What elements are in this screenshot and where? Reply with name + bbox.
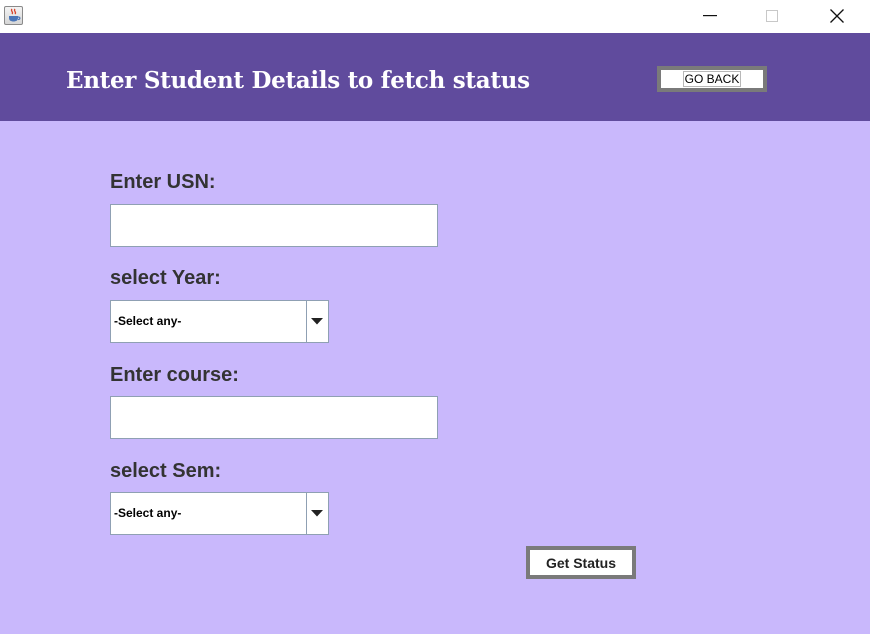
maximize-button[interactable] bbox=[743, 0, 801, 32]
go-back-label: GO BACK bbox=[682, 71, 742, 87]
usn-input[interactable] bbox=[110, 204, 438, 247]
go-back-button[interactable]: GO BACK bbox=[657, 66, 767, 92]
course-input[interactable] bbox=[110, 396, 438, 439]
minimize-icon bbox=[703, 15, 717, 17]
usn-label: Enter USN: bbox=[110, 171, 216, 193]
year-dropdown-button[interactable] bbox=[306, 301, 328, 342]
chevron-down-icon bbox=[311, 318, 323, 325]
sem-select[interactable]: -Select any- bbox=[110, 492, 329, 535]
minimize-button[interactable] bbox=[681, 0, 739, 32]
close-button[interactable] bbox=[808, 0, 866, 32]
year-label: select Year: bbox=[110, 267, 221, 289]
get-status-button[interactable]: Get Status bbox=[526, 546, 636, 579]
sem-label: select Sem: bbox=[110, 460, 222, 482]
course-label: Enter course: bbox=[110, 364, 239, 386]
sem-selected-value: -Select any- bbox=[114, 506, 182, 520]
header-banner: Enter Student Details to fetch status GO… bbox=[0, 33, 870, 121]
java-cup-icon[interactable] bbox=[4, 6, 23, 25]
title-bar bbox=[0, 0, 870, 33]
maximize-icon bbox=[766, 10, 778, 22]
page-title: Enter Student Details to fetch status bbox=[66, 67, 530, 94]
chevron-down-icon bbox=[311, 510, 323, 517]
sem-dropdown-button[interactable] bbox=[306, 493, 328, 534]
year-select[interactable]: -Select any- bbox=[110, 300, 329, 343]
year-selected-value: -Select any- bbox=[114, 314, 182, 328]
close-icon bbox=[830, 9, 844, 23]
